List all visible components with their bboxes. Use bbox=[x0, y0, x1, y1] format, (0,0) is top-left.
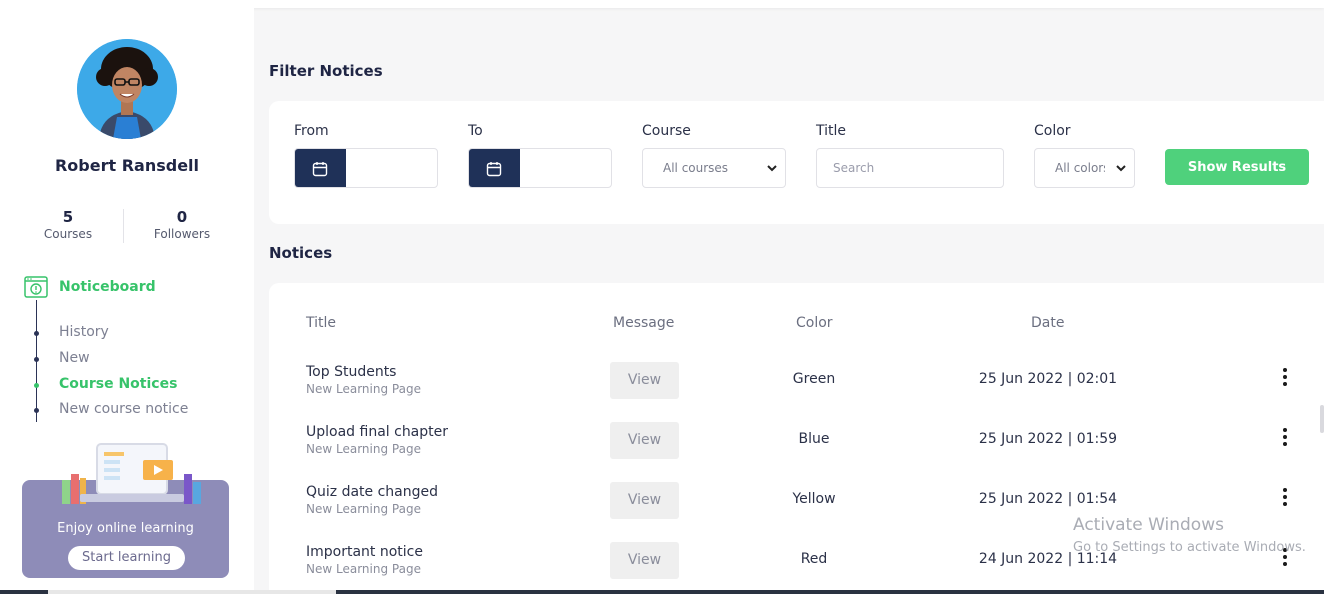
courses-count: 5 bbox=[62, 208, 74, 226]
color-select[interactable]: All colors bbox=[1034, 148, 1135, 188]
bullet-dot bbox=[34, 408, 39, 413]
start-learning-button[interactable]: Start learning bbox=[68, 546, 185, 570]
followers-label: Followers bbox=[153, 227, 211, 241]
to-label: To bbox=[468, 123, 483, 139]
notice-subtitle: New Learning Page bbox=[306, 502, 421, 516]
sidebar-item-new[interactable]: New bbox=[24, 348, 244, 370]
calendar-icon[interactable] bbox=[295, 149, 346, 187]
notice-date: 25 Jun 2022 | 01:59 bbox=[978, 431, 1118, 447]
notice-date: 25 Jun 2022 | 01:54 bbox=[978, 491, 1118, 507]
scrollbar-handle[interactable] bbox=[1320, 405, 1324, 433]
from-label: From bbox=[294, 123, 329, 139]
view-message-button[interactable]: View bbox=[610, 422, 679, 459]
user-stats: 5 Courses 0 Followers bbox=[33, 208, 223, 244]
notice-color: Green bbox=[792, 371, 836, 387]
notice-title: Top Students bbox=[306, 364, 397, 380]
notice-subtitle: New Learning Page bbox=[306, 382, 421, 396]
bullet-dot bbox=[34, 357, 39, 362]
notice-color: Red bbox=[800, 551, 828, 567]
bullet-dot bbox=[34, 383, 39, 388]
course-select-value: All courses bbox=[663, 161, 729, 175]
chevron-down-icon bbox=[767, 165, 777, 172]
column-header-title: Title bbox=[306, 315, 337, 331]
notice-subtitle: New Learning Page bbox=[306, 562, 421, 576]
color-select-value: All colors bbox=[1055, 161, 1105, 175]
show-results-button[interactable]: Show Results bbox=[1165, 149, 1309, 185]
view-message-button[interactable]: View bbox=[610, 362, 679, 399]
course-label: Course bbox=[642, 123, 691, 139]
calendar-icon[interactable] bbox=[469, 149, 520, 187]
more-options-icon[interactable] bbox=[1279, 428, 1291, 448]
title-label: Title bbox=[816, 123, 847, 139]
sidebar-section-label: Noticeboard bbox=[59, 279, 156, 295]
to-date-field[interactable] bbox=[468, 148, 612, 188]
bullet-dot bbox=[34, 331, 39, 336]
chevron-down-icon bbox=[1116, 165, 1126, 172]
column-header-date: Date bbox=[1031, 315, 1065, 331]
followers-count: 0 bbox=[176, 208, 188, 226]
activation-watermark-title: Activate Windows bbox=[1073, 515, 1224, 535]
notices-title: Notices bbox=[269, 244, 333, 262]
notice-subtitle: New Learning Page bbox=[306, 442, 421, 456]
notice-title: Important notice bbox=[306, 544, 423, 560]
stat-divider bbox=[123, 209, 124, 243]
color-label: Color bbox=[1034, 123, 1071, 139]
sidebar: Robert Ransdell 5 Courses 0 Followers No… bbox=[0, 8, 254, 594]
view-message-button[interactable]: View bbox=[610, 482, 679, 519]
top-bar bbox=[0, 0, 1324, 8]
notice-date: 25 Jun 2022 | 02:01 bbox=[978, 371, 1118, 387]
sidebar-item-label: New bbox=[59, 350, 90, 366]
filter-title: Filter Notices bbox=[269, 62, 383, 80]
courses-label: Courses bbox=[43, 227, 93, 241]
from-date-field[interactable] bbox=[294, 148, 438, 188]
course-select[interactable]: All courses bbox=[642, 148, 786, 188]
notice-title: Upload final chapter bbox=[306, 424, 449, 440]
sidebar-item-course-notices[interactable]: Course Notices bbox=[24, 374, 244, 396]
notice-color: Blue bbox=[798, 431, 830, 447]
followers-stat: 0 Followers bbox=[147, 208, 217, 242]
promo-banner: Enjoy online learning Start learning bbox=[22, 438, 229, 578]
laptop-illustration-icon bbox=[62, 443, 201, 504]
sidebar-item-new-course-notice[interactable]: New course notice bbox=[24, 399, 244, 421]
avatar[interactable] bbox=[77, 39, 177, 139]
promo-text: Enjoy online learning bbox=[57, 521, 194, 536]
filter-card: From To Course All courses Title Search … bbox=[269, 101, 1324, 224]
table-row: Top Students New Learning Page View Gree… bbox=[269, 356, 1324, 416]
taskbar bbox=[0, 590, 1324, 594]
column-header-message: Message bbox=[613, 315, 675, 331]
activation-watermark-text: Go to Settings to activate Windows. bbox=[1073, 540, 1306, 555]
view-message-button[interactable]: View bbox=[610, 542, 679, 579]
more-options-icon[interactable] bbox=[1279, 488, 1291, 508]
courses-stat: 5 Courses bbox=[33, 208, 103, 242]
title-search-input[interactable] bbox=[816, 148, 1004, 188]
noticeboard-icon bbox=[24, 276, 48, 298]
more-options-icon[interactable] bbox=[1279, 368, 1291, 388]
sidebar-item-label: Course Notices bbox=[59, 376, 178, 392]
taskbar-highlight bbox=[48, 590, 336, 594]
sidebar-item-label: History bbox=[59, 324, 109, 340]
user-name: Robert Ransdell bbox=[54, 156, 200, 175]
sidebar-item-history[interactable]: History bbox=[24, 322, 244, 344]
column-header-color: Color bbox=[796, 315, 833, 331]
table-row: Upload final chapter New Learning Page V… bbox=[269, 416, 1324, 476]
notice-color: Yellow bbox=[792, 491, 836, 507]
notice-title: Quiz date changed bbox=[306, 484, 439, 500]
sidebar-item-label: New course notice bbox=[59, 401, 189, 417]
sidebar-section-noticeboard[interactable]: Noticeboard bbox=[24, 274, 244, 300]
